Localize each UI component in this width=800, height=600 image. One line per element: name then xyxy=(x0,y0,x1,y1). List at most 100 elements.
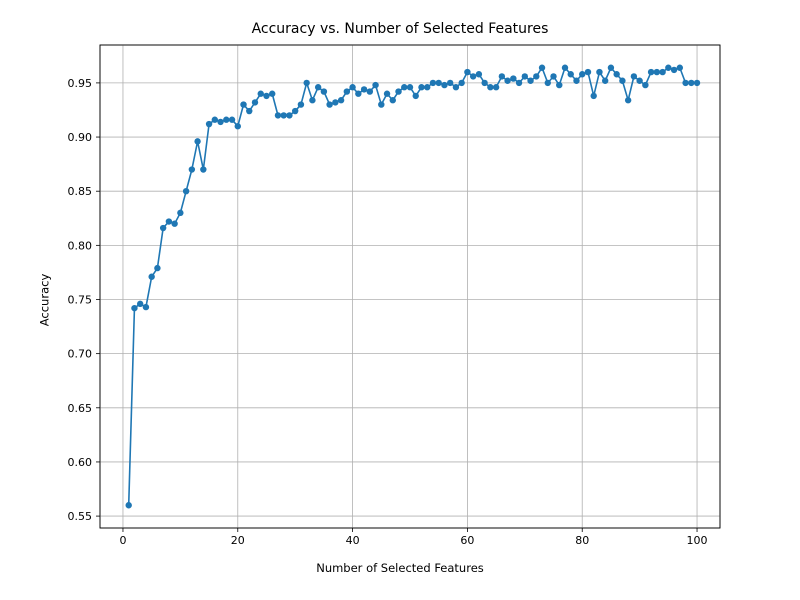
data-point xyxy=(562,65,568,71)
data-point xyxy=(682,80,688,86)
data-point xyxy=(166,218,172,224)
data-point xyxy=(654,69,660,75)
data-point xyxy=(642,82,648,88)
x-tick-label: 0 xyxy=(119,534,126,547)
data-point xyxy=(522,73,528,79)
y-tick-label: 0.80 xyxy=(68,239,93,252)
y-tick-label: 0.75 xyxy=(68,293,93,306)
data-point xyxy=(458,80,464,86)
data-point xyxy=(292,108,298,114)
data-point xyxy=(545,80,551,86)
data-point xyxy=(602,78,608,84)
data-point xyxy=(258,91,264,97)
data-point xyxy=(688,80,694,86)
data-point xyxy=(608,65,614,71)
data-point xyxy=(372,82,378,88)
data-point xyxy=(694,80,700,86)
data-point xyxy=(160,225,166,231)
plot-frame xyxy=(100,45,720,528)
data-point xyxy=(344,88,350,94)
data-point xyxy=(355,91,361,97)
chart-plot: 0204060801000.550.600.650.700.750.800.85… xyxy=(0,0,800,600)
x-tick-label: 20 xyxy=(231,534,245,547)
data-point xyxy=(636,78,642,84)
data-point xyxy=(206,121,212,127)
chart-figure: Accuracy vs. Number of Selected Features… xyxy=(0,0,800,600)
data-point xyxy=(596,69,602,75)
data-point xyxy=(585,69,591,75)
x-tick-label: 40 xyxy=(346,534,360,547)
data-point xyxy=(539,65,545,71)
data-point xyxy=(223,117,229,123)
data-point xyxy=(591,93,597,99)
data-point xyxy=(453,84,459,90)
data-point xyxy=(677,65,683,71)
data-point xyxy=(401,84,407,90)
data-point xyxy=(349,84,355,90)
data-point xyxy=(200,166,206,172)
data-point xyxy=(395,88,401,94)
y-tick-label: 0.95 xyxy=(68,77,93,90)
data-point xyxy=(430,80,436,86)
data-point xyxy=(556,82,562,88)
data-point xyxy=(315,84,321,90)
data-point xyxy=(235,123,241,129)
data-point xyxy=(171,220,177,226)
data-point xyxy=(309,97,315,103)
data-point xyxy=(464,69,470,75)
data-point xyxy=(126,502,132,508)
data-point xyxy=(263,93,269,99)
data-point xyxy=(568,71,574,77)
data-point xyxy=(631,73,637,79)
data-point xyxy=(533,73,539,79)
data-point xyxy=(326,101,332,107)
data-point xyxy=(476,71,482,77)
data-point xyxy=(413,93,419,99)
data-point xyxy=(493,84,499,90)
data-point xyxy=(665,65,671,71)
data-point xyxy=(177,210,183,216)
data-point xyxy=(573,78,579,84)
data-point xyxy=(217,119,223,125)
data-point xyxy=(298,101,304,107)
data-point xyxy=(367,88,373,94)
data-point xyxy=(424,84,430,90)
data-point xyxy=(504,78,510,84)
data-point xyxy=(648,69,654,75)
data-point xyxy=(659,69,665,75)
data-point xyxy=(579,71,585,77)
data-point xyxy=(286,112,292,118)
y-tick-label: 0.65 xyxy=(68,402,93,415)
data-point xyxy=(281,112,287,118)
data-point xyxy=(671,67,677,73)
data-point xyxy=(252,99,258,105)
data-point xyxy=(246,108,252,114)
data-point xyxy=(550,73,556,79)
data-point xyxy=(137,301,143,307)
data-point xyxy=(321,88,327,94)
data-point xyxy=(240,101,246,107)
data-point xyxy=(183,188,189,194)
data-point xyxy=(407,84,413,90)
data-point xyxy=(418,84,424,90)
data-point xyxy=(148,274,154,280)
data-point xyxy=(447,80,453,86)
data-point xyxy=(194,138,200,144)
data-point xyxy=(189,166,195,172)
data-point xyxy=(378,101,384,107)
data-point xyxy=(269,91,275,97)
data-point xyxy=(619,78,625,84)
data-point xyxy=(487,84,493,90)
data-point xyxy=(212,117,218,123)
data-point xyxy=(527,78,533,84)
data-point xyxy=(436,80,442,86)
y-tick-label: 0.70 xyxy=(68,348,93,361)
data-point xyxy=(384,91,390,97)
data-point xyxy=(516,80,522,86)
data-point xyxy=(441,82,447,88)
data-point xyxy=(470,73,476,79)
data-point xyxy=(390,97,396,103)
x-tick-label: 80 xyxy=(575,534,589,547)
data-point xyxy=(625,97,631,103)
data-point xyxy=(229,117,235,123)
